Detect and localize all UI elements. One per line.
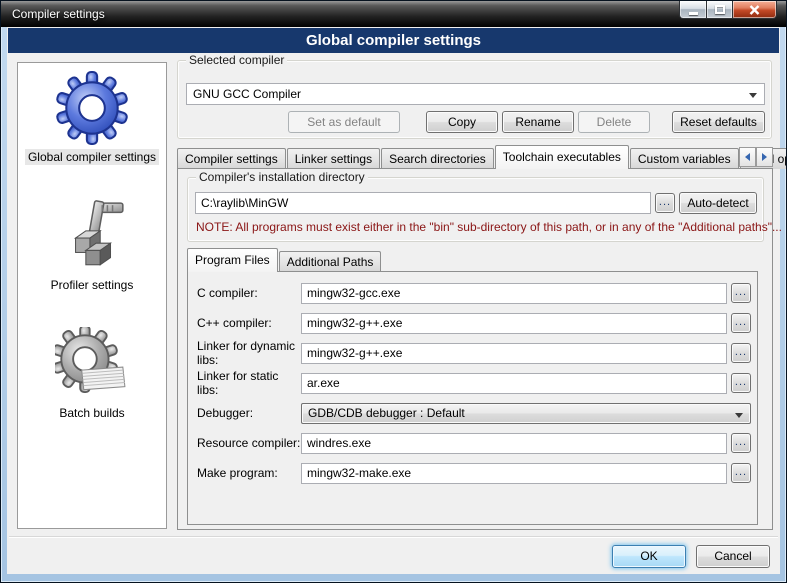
programs-subtabstrip: Program Files Additional Paths (187, 249, 382, 272)
copy-button[interactable]: Copy (426, 111, 498, 133)
static-linker-label: Linker for static libs: (197, 369, 301, 397)
sidebar-item-global-compiler-settings[interactable]: Global compiler settings (18, 71, 166, 165)
installation-directory-group: Compiler's installation directory ... Au… (187, 177, 764, 242)
static-linker-row: Linker for static libs: ... (197, 372, 751, 394)
dynamic-linker-row: Linker for dynamic libs: ... (197, 342, 751, 364)
arrow-left-icon (745, 153, 750, 161)
make-program-browse-button[interactable]: ... (731, 463, 751, 483)
maximize-button[interactable] (706, 1, 733, 19)
dynamic-linker-input[interactable] (301, 343, 727, 364)
rename-button[interactable]: Rename (502, 111, 574, 133)
window-title: Compiler settings (12, 7, 105, 21)
resource-compiler-browse-button[interactable]: ... (731, 433, 751, 453)
cpp-compiler-label: C++ compiler: (197, 316, 301, 330)
installation-directory-group-label: Compiler's installation directory (196, 170, 368, 184)
sidebar-item-label: Global compiler settings (25, 149, 159, 165)
make-program-input[interactable] (301, 463, 727, 484)
debugger-label: Debugger: (197, 406, 301, 420)
cpp-compiler-input[interactable] (301, 313, 727, 334)
close-icon (749, 5, 760, 15)
chevron-down-icon (749, 93, 757, 98)
cpp-compiler-browse-button[interactable]: ... (731, 313, 751, 333)
installation-directory-input[interactable] (195, 192, 651, 214)
gear-blue-icon (55, 71, 129, 145)
sidebar-item-label: Batch builds (56, 405, 127, 421)
toolchain-executables-panel: Compiler's installation directory ... Au… (177, 168, 773, 530)
subtab-program-files[interactable]: Program Files (187, 248, 278, 272)
c-compiler-label: C compiler: (197, 286, 301, 300)
sidebar-item-batch-builds[interactable]: Batch builds (18, 327, 166, 421)
tab-toolchain-executables[interactable]: Toolchain executables (495, 145, 629, 169)
main-tabstrip: Compiler settings Linker settings Search… (177, 145, 773, 169)
selected-compiler-group-label: Selected compiler (186, 53, 287, 67)
compiler-settings-dialog: Compiler settings Global compiler settin… (0, 0, 787, 583)
debugger-select-value: GDB/CDB debugger : Default (308, 406, 465, 420)
footer-divider (9, 536, 778, 538)
set-as-default-button[interactable]: Set as default (288, 111, 400, 133)
sidebar-item-label: Profiler settings (48, 277, 137, 293)
compiler-select-value: GNU GCC Compiler (193, 87, 301, 101)
settings-category-list: Global compiler settings (17, 62, 167, 529)
cancel-button[interactable]: Cancel (696, 545, 770, 568)
make-program-label: Make program: (197, 466, 301, 480)
tab-search-directories[interactable]: Search directories (381, 148, 494, 169)
arrow-right-icon (762, 153, 767, 161)
c-compiler-browse-button[interactable]: ... (731, 283, 751, 303)
debugger-select[interactable]: GDB/CDB debugger : Default (301, 403, 751, 424)
titlebar[interactable]: Compiler settings (1, 1, 786, 27)
delete-button[interactable]: Delete (578, 111, 650, 133)
auto-detect-button[interactable]: Auto-detect (679, 192, 757, 214)
dynamic-linker-browse-button[interactable]: ... (731, 343, 751, 363)
reset-defaults-button[interactable]: Reset defaults (672, 111, 765, 133)
compiler-select[interactable]: GNU GCC Compiler (186, 83, 765, 105)
minimize-button[interactable] (679, 1, 706, 19)
c-compiler-input[interactable] (301, 283, 727, 304)
sidebar-item-profiler-settings[interactable]: Profiler settings (18, 199, 166, 293)
subtab-additional-paths[interactable]: Additional Paths (279, 251, 382, 272)
tab-custom-variables[interactable]: Custom variables (630, 148, 739, 169)
close-button[interactable] (733, 1, 777, 19)
page-title: Global compiler settings (8, 28, 779, 53)
static-linker-browse-button[interactable]: ... (731, 373, 751, 393)
tab-compiler-settings[interactable]: Compiler settings (177, 148, 286, 169)
tab-linker-settings[interactable]: Linker settings (287, 148, 380, 169)
dynamic-linker-label: Linker for dynamic libs: (197, 339, 301, 367)
installation-directory-browse-button[interactable]: ... (655, 193, 675, 213)
chevron-down-icon (735, 413, 743, 418)
debugger-row: Debugger: GDB/CDB debugger : Default (197, 402, 751, 424)
dialog-client-area: Global compiler settings (7, 27, 780, 574)
resource-compiler-input[interactable] (301, 433, 727, 454)
make-program-row: Make program: ... (197, 462, 751, 484)
gear-gray-stack-icon (55, 327, 129, 401)
selected-compiler-group: Selected compiler GNU GCC Compiler Set a… (177, 60, 772, 139)
tab-scroll-right-button[interactable] (756, 147, 773, 167)
resource-compiler-row: Resource compiler: ... (197, 432, 751, 454)
cpp-compiler-row: C++ compiler: ... (197, 312, 751, 334)
program-files-panel: C compiler: ... C++ compiler: ... Linker… (187, 271, 758, 525)
ok-button[interactable]: OK (612, 545, 686, 568)
installation-note: NOTE: All programs must exist either in … (196, 220, 782, 234)
c-compiler-row: C compiler: ... (197, 282, 751, 304)
tab-scroll-left-button[interactable] (739, 147, 756, 167)
static-linker-input[interactable] (301, 373, 727, 394)
resource-compiler-label: Resource compiler: (197, 436, 301, 450)
caliper-icon (55, 199, 129, 273)
minimize-icon (689, 12, 698, 15)
maximize-icon (715, 5, 725, 14)
